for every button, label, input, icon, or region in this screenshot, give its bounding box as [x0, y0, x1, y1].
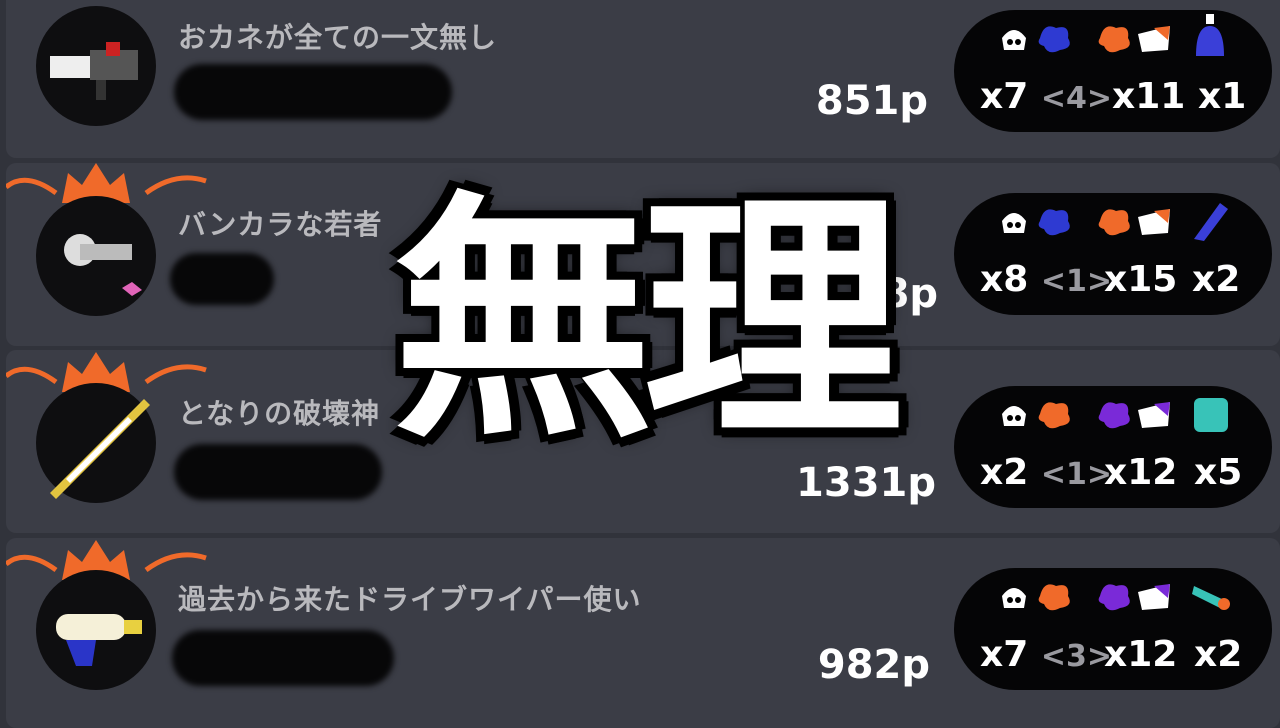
- splat-orange-icon: [1098, 26, 1130, 53]
- kill-count: x7 <3>: [980, 634, 1112, 675]
- splatling-weapon-icon: [36, 6, 156, 126]
- kill-count: x2 <1>: [980, 452, 1112, 493]
- stats-panel: x8 <1> x15 x2: [954, 193, 1272, 315]
- stats-panel: x7 <3> x12 x2: [954, 568, 1272, 690]
- player-name: バンカラな若者: [178, 208, 383, 241]
- player-name: おカネが全ての一文無し: [178, 21, 498, 54]
- redacted-scribble: [172, 630, 394, 686]
- splat-blue-icon: [1038, 209, 1070, 236]
- splat-orange-icon: [1098, 209, 1130, 236]
- special-count: x1: [1198, 76, 1247, 117]
- kill-count: x7 <4>: [980, 76, 1112, 117]
- special-missile-icon: [1192, 586, 1230, 610]
- assist-count: <1>: [1040, 457, 1112, 492]
- splatling-gun-icon: [36, 196, 156, 316]
- special-wave-icon: [1194, 203, 1228, 241]
- squid-splat-icon: [1002, 213, 1026, 233]
- special-count: x2: [1192, 259, 1241, 300]
- assist-count: <1>: [1040, 264, 1112, 299]
- player-row: おカネが全ての一文無し 851p x7 <4> x11 x1: [6, 0, 1280, 158]
- special-tower-icon: [1196, 14, 1224, 56]
- assist-count: <3>: [1040, 639, 1112, 674]
- splat-purple-icon: [1098, 402, 1130, 429]
- squid-death-icon: [1138, 402, 1170, 428]
- redacted-scribble: [174, 64, 452, 120]
- player-name: となりの破壊神: [178, 397, 381, 430]
- death-count: x12: [1104, 452, 1178, 493]
- special-count: x5: [1194, 452, 1243, 493]
- water-blaster-icon: [36, 570, 156, 690]
- splat-orange-icon: [1038, 584, 1070, 611]
- special-count: x2: [1194, 634, 1243, 675]
- death-count: x12: [1104, 634, 1178, 675]
- splat-blue-icon: [1038, 26, 1070, 53]
- overlay-caption: 無理: [393, 171, 903, 473]
- special-shield-icon: [1194, 398, 1228, 432]
- redacted-scribble: [174, 444, 382, 500]
- squid-splat-icon: [1002, 30, 1026, 50]
- stats-panel: x2 <1> x12 x5: [954, 386, 1272, 508]
- charger-icon: [36, 383, 156, 503]
- death-count: x15: [1104, 259, 1178, 300]
- squid-splat-icon: [1002, 406, 1026, 426]
- player-name: 過去から来たドライブワイパー使い: [178, 583, 642, 616]
- squid-splat-icon: [1002, 588, 1026, 608]
- death-count: x11: [1112, 76, 1186, 117]
- squid-death-icon: [1138, 26, 1170, 52]
- player-points: 851p: [815, 78, 928, 124]
- stats-panel: x7 <4> x11 x1: [954, 10, 1272, 132]
- squid-death-icon: [1138, 584, 1170, 610]
- kill-count: x8 <1>: [980, 259, 1112, 300]
- assist-count: <4>: [1040, 81, 1112, 116]
- squid-death-icon: [1138, 209, 1170, 235]
- splat-purple-icon: [1098, 584, 1130, 611]
- player-points: 982p: [817, 642, 930, 688]
- splat-orange-icon: [1038, 402, 1070, 429]
- player-row: 過去から来たドライブワイパー使い 982p x7 <3> x12 x2: [6, 538, 1280, 728]
- redacted-scribble: [170, 253, 274, 305]
- overlay-text: 無理: [393, 171, 903, 473]
